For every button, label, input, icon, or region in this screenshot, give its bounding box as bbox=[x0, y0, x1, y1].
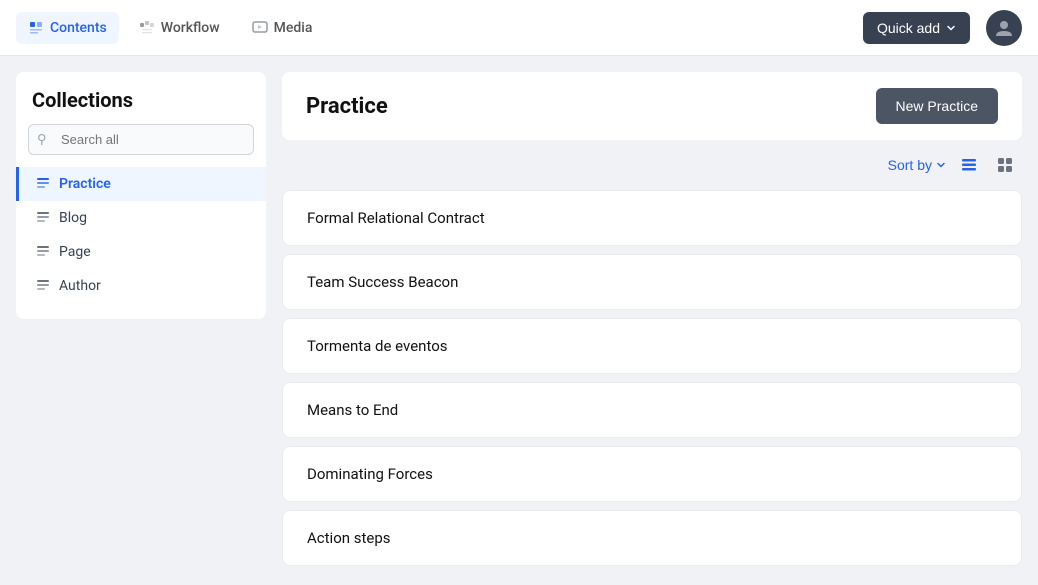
items-list: Formal Relational Contract Team Success B… bbox=[282, 190, 1022, 566]
author-icon bbox=[35, 278, 51, 294]
list-view-button[interactable] bbox=[956, 152, 982, 178]
list-item[interactable]: Team Success Beacon bbox=[282, 254, 1022, 310]
content-title: Practice bbox=[306, 94, 876, 119]
list-item[interactable]: Tormenta de eventos bbox=[282, 318, 1022, 374]
sort-by-label: Sort by bbox=[888, 157, 932, 173]
content-toolbar: Sort by bbox=[282, 152, 1022, 178]
chevron-down-icon bbox=[946, 23, 956, 33]
workflow-icon bbox=[139, 20, 155, 36]
grid-view-icon bbox=[996, 156, 1014, 174]
search-icon: ⚲ bbox=[37, 132, 47, 147]
sidebar-item-author-label: Author bbox=[59, 278, 101, 294]
sidebar-item-author[interactable]: Author bbox=[16, 269, 266, 303]
quick-add-label: Quick add bbox=[877, 20, 940, 36]
tab-contents[interactable]: Contents bbox=[16, 12, 119, 44]
list-item[interactable]: Action steps bbox=[282, 510, 1022, 566]
search-input[interactable] bbox=[28, 124, 254, 155]
main-layout: Collections ⚲ Practice Blog bbox=[0, 56, 1038, 585]
media-icon bbox=[252, 20, 268, 36]
tab-workflow[interactable]: Workflow bbox=[127, 12, 232, 44]
sort-by-button[interactable]: Sort by bbox=[888, 157, 946, 173]
search-container: ⚲ bbox=[28, 124, 254, 155]
tab-workflow-label: Workflow bbox=[161, 20, 220, 36]
user-icon bbox=[994, 18, 1014, 38]
sidebar-item-page[interactable]: Page bbox=[16, 235, 266, 269]
tab-media-label: Media bbox=[274, 20, 313, 36]
sidebar: Collections ⚲ Practice Blog bbox=[16, 72, 266, 319]
quick-add-button[interactable]: Quick add bbox=[863, 12, 970, 44]
list-item[interactable]: Means to End bbox=[282, 382, 1022, 438]
practice-icon bbox=[35, 176, 51, 192]
content-header: Practice New Practice bbox=[282, 72, 1022, 140]
page-icon bbox=[35, 244, 51, 260]
tab-media[interactable]: Media bbox=[240, 12, 325, 44]
list-item[interactable]: Dominating Forces bbox=[282, 446, 1022, 502]
top-nav: Contents Workflow Media Quick add bbox=[0, 0, 1038, 56]
sidebar-item-page-label: Page bbox=[59, 244, 91, 260]
sidebar-item-blog[interactable]: Blog bbox=[16, 201, 266, 235]
sidebar-item-practice-label: Practice bbox=[59, 176, 111, 192]
new-practice-button[interactable]: New Practice bbox=[876, 88, 998, 124]
contents-icon bbox=[28, 20, 44, 36]
blog-icon bbox=[35, 210, 51, 226]
list-item[interactable]: Formal Relational Contract bbox=[282, 190, 1022, 246]
tab-contents-label: Contents bbox=[50, 20, 107, 36]
list-view-icon bbox=[960, 156, 978, 174]
user-avatar[interactable] bbox=[986, 10, 1022, 46]
sidebar-items: Practice Blog Page bbox=[16, 167, 266, 303]
sidebar-item-practice[interactable]: Practice bbox=[16, 167, 266, 201]
content-area: Practice New Practice Sort by bbox=[282, 72, 1022, 569]
collections-title: Collections bbox=[16, 88, 266, 124]
sidebar-item-blog-label: Blog bbox=[59, 210, 87, 226]
grid-view-button[interactable] bbox=[992, 152, 1018, 178]
sort-chevron-icon bbox=[936, 160, 946, 170]
